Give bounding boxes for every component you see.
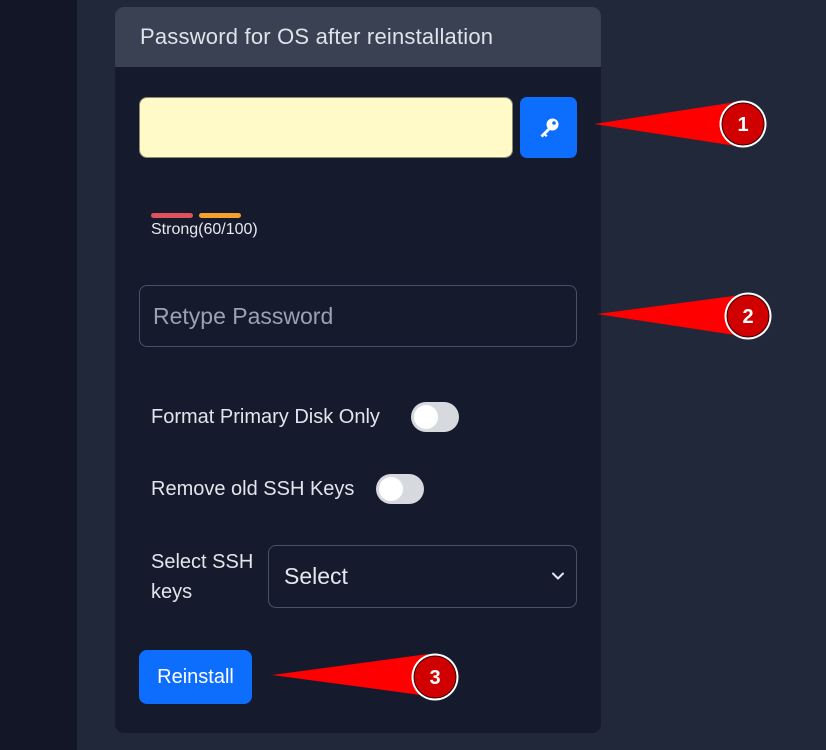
toggle-knob xyxy=(414,405,438,429)
side-panel xyxy=(0,0,77,750)
strength-bar-2 xyxy=(199,213,241,218)
ssh-keys-select[interactable]: Select xyxy=(268,545,577,608)
annotation-arrow-2: 2 xyxy=(597,292,772,340)
reinstall-card: Password for OS after reinstallation Str… xyxy=(115,7,601,733)
chevron-down-icon xyxy=(552,572,564,580)
format-primary-disk-label: Format Primary Disk Only xyxy=(151,406,380,428)
remove-ssh-keys-label: Remove old SSH Keys xyxy=(151,478,355,500)
remove-ssh-keys-toggle[interactable] xyxy=(376,474,424,504)
ssh-keys-selected-value: Select xyxy=(284,563,348,589)
reinstall-button[interactable]: Reinstall xyxy=(139,650,252,704)
strength-bar-1 xyxy=(151,213,193,218)
generate-password-button[interactable] xyxy=(520,97,577,158)
retype-password-field[interactable]: Retype Password xyxy=(139,285,577,347)
card-title: Password for OS after reinstallation xyxy=(115,7,601,67)
key-icon xyxy=(540,118,558,137)
annotation-number-1: 1 xyxy=(737,114,748,136)
annotation-arrow-1: 1 xyxy=(594,100,767,148)
password-strength-label: Strong(60/100) xyxy=(151,221,258,238)
password-input[interactable] xyxy=(139,97,513,158)
annotation-number-2: 2 xyxy=(742,306,753,328)
format-primary-disk-toggle[interactable] xyxy=(411,402,459,432)
ssh-keys-label-line2: keys xyxy=(151,581,193,603)
ssh-keys-label-line1: Select SSH xyxy=(151,551,254,573)
toggle-knob xyxy=(379,477,403,501)
